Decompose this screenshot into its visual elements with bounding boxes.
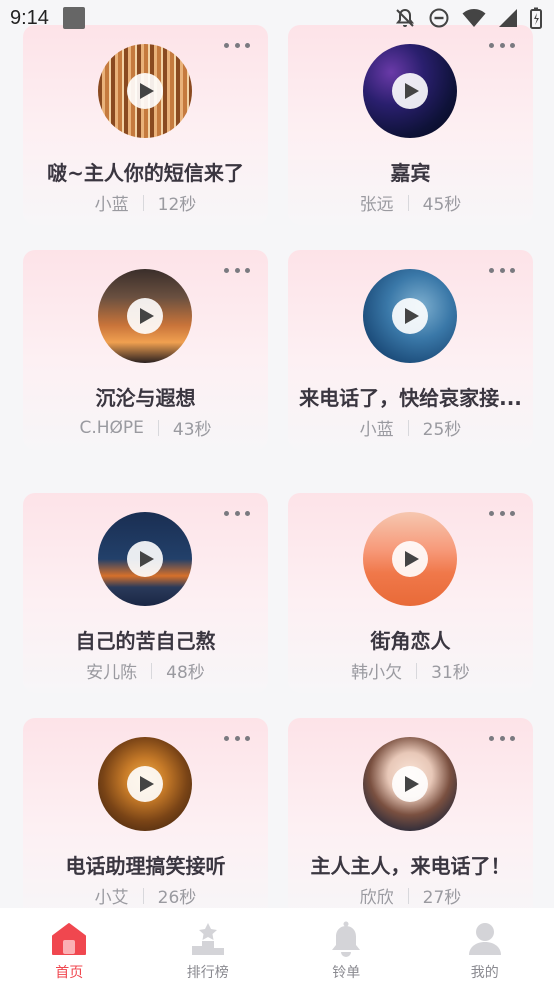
ringtone-meta: 欣欣 27秒 (288, 883, 533, 908)
nav-label: 铃单 (332, 965, 361, 981)
more-options-icon[interactable] (489, 509, 515, 517)
status-bar: 9:14 (0, 0, 554, 36)
more-options-icon[interactable] (489, 266, 515, 274)
ringtone-meta: C.HØPE 43秒 (23, 415, 268, 441)
wifi-icon (462, 9, 486, 27)
artist-name: 欣欣 (359, 888, 394, 908)
nav-item-profile[interactable]: 我的 (430, 920, 540, 982)
meta-divider (151, 662, 153, 679)
album-cover[interactable] (363, 44, 457, 138)
ringtone-title: 自己的苦自己熬 (75, 629, 216, 653)
ringtone-title: 来电话了，快给哀家接... (299, 386, 522, 410)
artist-name: 张远 (359, 195, 394, 215)
ringtone-card[interactable]: 自己的苦自己熬 安儿陈 48秒 (23, 493, 268, 693)
nav-label: 我的 (470, 965, 499, 981)
album-cover[interactable] (98, 269, 192, 363)
meta-divider (416, 662, 418, 679)
bell-off-icon (395, 8, 415, 27)
duration: 27秒 (422, 888, 462, 908)
nav-label: 排行榜 (186, 965, 229, 981)
ringtone-title: 主人主人，来电话了！ (310, 854, 511, 878)
album-cover[interactable] (363, 269, 457, 363)
meta-divider (142, 887, 144, 904)
more-options-icon[interactable] (489, 41, 515, 49)
play-icon[interactable] (392, 766, 428, 802)
meta-divider (407, 194, 409, 211)
ringtone-card[interactable]: 啵~主人你的短信来了 小蓝 12秒 (23, 25, 268, 225)
more-options-icon[interactable] (224, 509, 250, 517)
ringtone-card[interactable]: 街角恋人 韩小欠 31秒 (288, 493, 533, 693)
ringtone-meta: 小艾 26秒 (23, 883, 268, 908)
artist-name: 小蓝 (94, 195, 129, 215)
ringtone-card[interactable]: 沉沦与遐想 C.HØPE 43秒 (23, 250, 268, 450)
battery-charging-icon (530, 7, 542, 29)
album-cover[interactable] (98, 512, 192, 606)
play-icon[interactable] (127, 541, 163, 577)
play-icon[interactable] (392, 541, 428, 577)
meta-divider (157, 419, 159, 436)
meta-divider (407, 419, 409, 436)
more-options-icon[interactable] (489, 734, 515, 742)
signal-icon (499, 9, 517, 27)
meta-divider (407, 887, 409, 904)
play-icon[interactable] (392, 73, 428, 109)
ringtone-card[interactable]: 来电话了，快给哀家接... 小蓝 25秒 (288, 250, 533, 450)
more-options-icon[interactable] (224, 41, 250, 49)
ranking-icon (189, 920, 227, 958)
ringtone-meta: 张远 45秒 (288, 190, 533, 215)
nav-item-home[interactable]: 首页 (14, 920, 124, 982)
ringtone-card[interactable]: 主人主人，来电话了！ 欣欣 27秒 (288, 718, 533, 908)
artist-name: 小蓝 (359, 420, 394, 440)
ringtone-card[interactable]: 嘉宾 张远 45秒 (288, 25, 533, 225)
ringtone-title: 街角恋人 (370, 629, 451, 653)
ringtone-title: 电话助理搞笑接听 (65, 854, 226, 878)
play-icon[interactable] (127, 298, 163, 334)
ringtone-title: 啵~主人你的短信来了 (47, 161, 244, 185)
bell-icon (327, 920, 365, 958)
more-options-icon[interactable] (224, 266, 250, 274)
album-cover[interactable] (98, 737, 192, 831)
duration: 26秒 (157, 888, 197, 908)
more-options-icon[interactable] (224, 734, 250, 742)
play-icon[interactable] (127, 766, 163, 802)
ringtone-title: 嘉宾 (390, 161, 431, 185)
home-icon (50, 920, 88, 958)
ringtone-meta: 韩小欠 31秒 (288, 658, 533, 683)
artist-name: 小艾 (94, 888, 129, 908)
play-icon[interactable] (127, 73, 163, 109)
ringtone-meta: 小蓝 25秒 (288, 415, 533, 440)
ringtone-title: 沉沦与遐想 (95, 386, 196, 410)
album-cover[interactable] (363, 737, 457, 831)
bottom-nav: 首页 排行榜 铃单 我的 (0, 908, 554, 985)
artist-name: C.HØPE (79, 417, 144, 438)
duration: 12秒 (157, 195, 197, 215)
duration: 25秒 (422, 420, 462, 440)
album-cover[interactable] (98, 44, 192, 138)
duration: 48秒 (166, 663, 205, 683)
notification-square-icon (62, 7, 85, 29)
ringtone-card[interactable]: 电话助理搞笑接听 小艾 26秒 (23, 718, 268, 908)
duration: 45秒 (422, 195, 462, 215)
duration: 43秒 (172, 420, 212, 440)
play-icon[interactable] (392, 298, 428, 334)
nav-label: 首页 (55, 965, 84, 981)
ringtone-meta: 小蓝 12秒 (23, 190, 268, 215)
do-not-disturb-icon (429, 8, 449, 28)
artist-name: 安儿陈 (86, 663, 138, 683)
artist-name: 韩小欠 (351, 663, 403, 683)
meta-divider (142, 194, 144, 211)
status-time: 9:14 (10, 6, 49, 29)
duration: 31秒 (431, 663, 470, 683)
ringtone-meta: 安儿陈 48秒 (23, 658, 268, 683)
ringtone-grid: 啵~主人你的短信来了 小蓝 12秒 嘉宾 张远 45秒 沉沦与遐想 C.HØPE… (0, 0, 554, 908)
album-cover[interactable] (363, 512, 457, 606)
nav-item-ranking[interactable]: 排行榜 (153, 920, 263, 982)
user-icon (466, 920, 504, 958)
nav-item-ringlist[interactable]: 铃单 (291, 920, 401, 982)
